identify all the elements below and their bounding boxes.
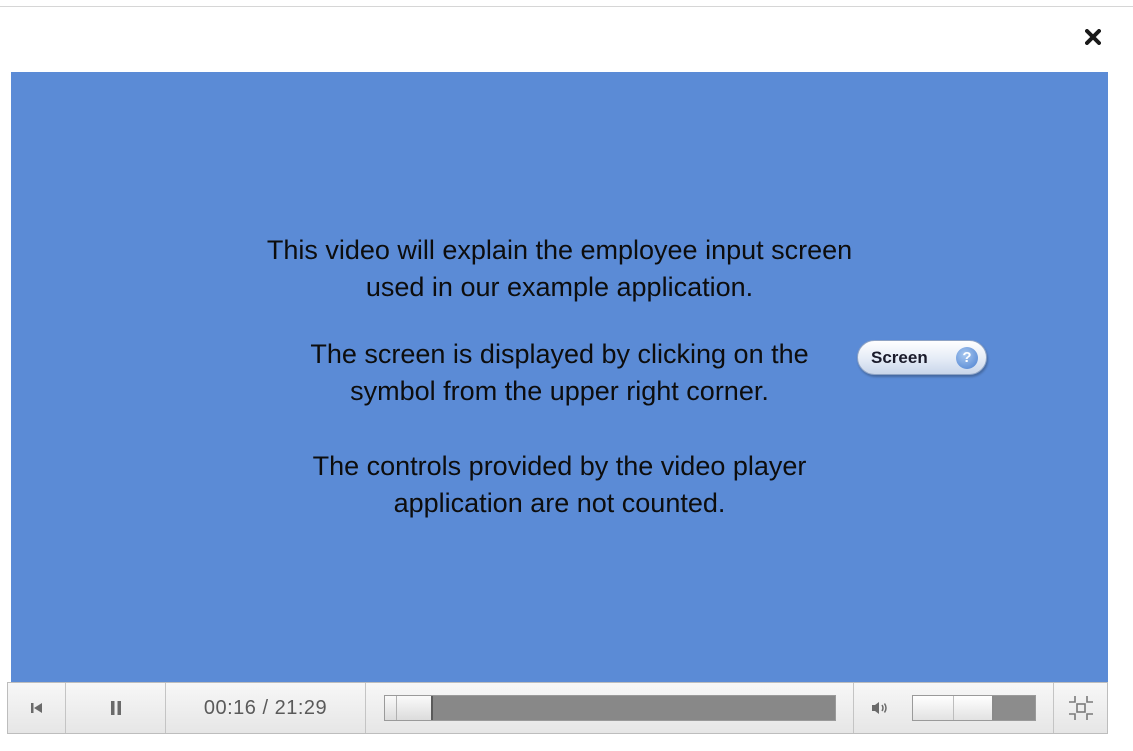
screen-button-label: Screen — [871, 347, 928, 367]
volume-icon[interactable] — [870, 700, 890, 716]
progress-bar[interactable] — [384, 695, 836, 721]
fullscreen-button[interactable] — [1054, 683, 1107, 733]
time-text: 00:16 / 21:29 — [203, 696, 328, 719]
intro-line-1: This video will explain the employee inp… — [266, 235, 853, 265]
note-text: The controls provided by the video playe… — [11, 448, 1108, 522]
time-display: 00:16 / 21:29 — [166, 683, 366, 733]
close-icon — [1085, 29, 1101, 45]
intro-line-2: used in our example application. — [365, 272, 754, 302]
close-button[interactable] — [1080, 24, 1106, 50]
volume-area — [854, 683, 1054, 733]
player-controls: 00:16 / 21:29 — [7, 682, 1108, 734]
progress-buffer-mark — [385, 696, 397, 720]
progress-played — [385, 696, 433, 720]
volume-divider — [953, 696, 954, 720]
top-divider — [0, 6, 1133, 7]
restart-button[interactable] — [8, 683, 66, 733]
note-line-2: application are not counted. — [393, 488, 726, 518]
screen-help-button[interactable]: Screen ? — [857, 340, 987, 375]
volume-slider[interactable] — [912, 695, 1036, 721]
help-icon: ? — [956, 347, 978, 369]
skip-back-icon — [30, 703, 42, 713]
instruction-line-2: symbol from the upper right corner. — [350, 376, 769, 406]
pause-button[interactable] — [66, 683, 166, 733]
note-line-1: The controls provided by the video playe… — [312, 451, 807, 481]
exit-fullscreen-icon — [1068, 696, 1093, 720]
progress-area — [366, 683, 854, 733]
video-display[interactable]: This video will explain the employee inp… — [11, 72, 1108, 682]
pause-icon — [110, 701, 121, 715]
intro-text: This video will explain the employee inp… — [11, 232, 1108, 306]
